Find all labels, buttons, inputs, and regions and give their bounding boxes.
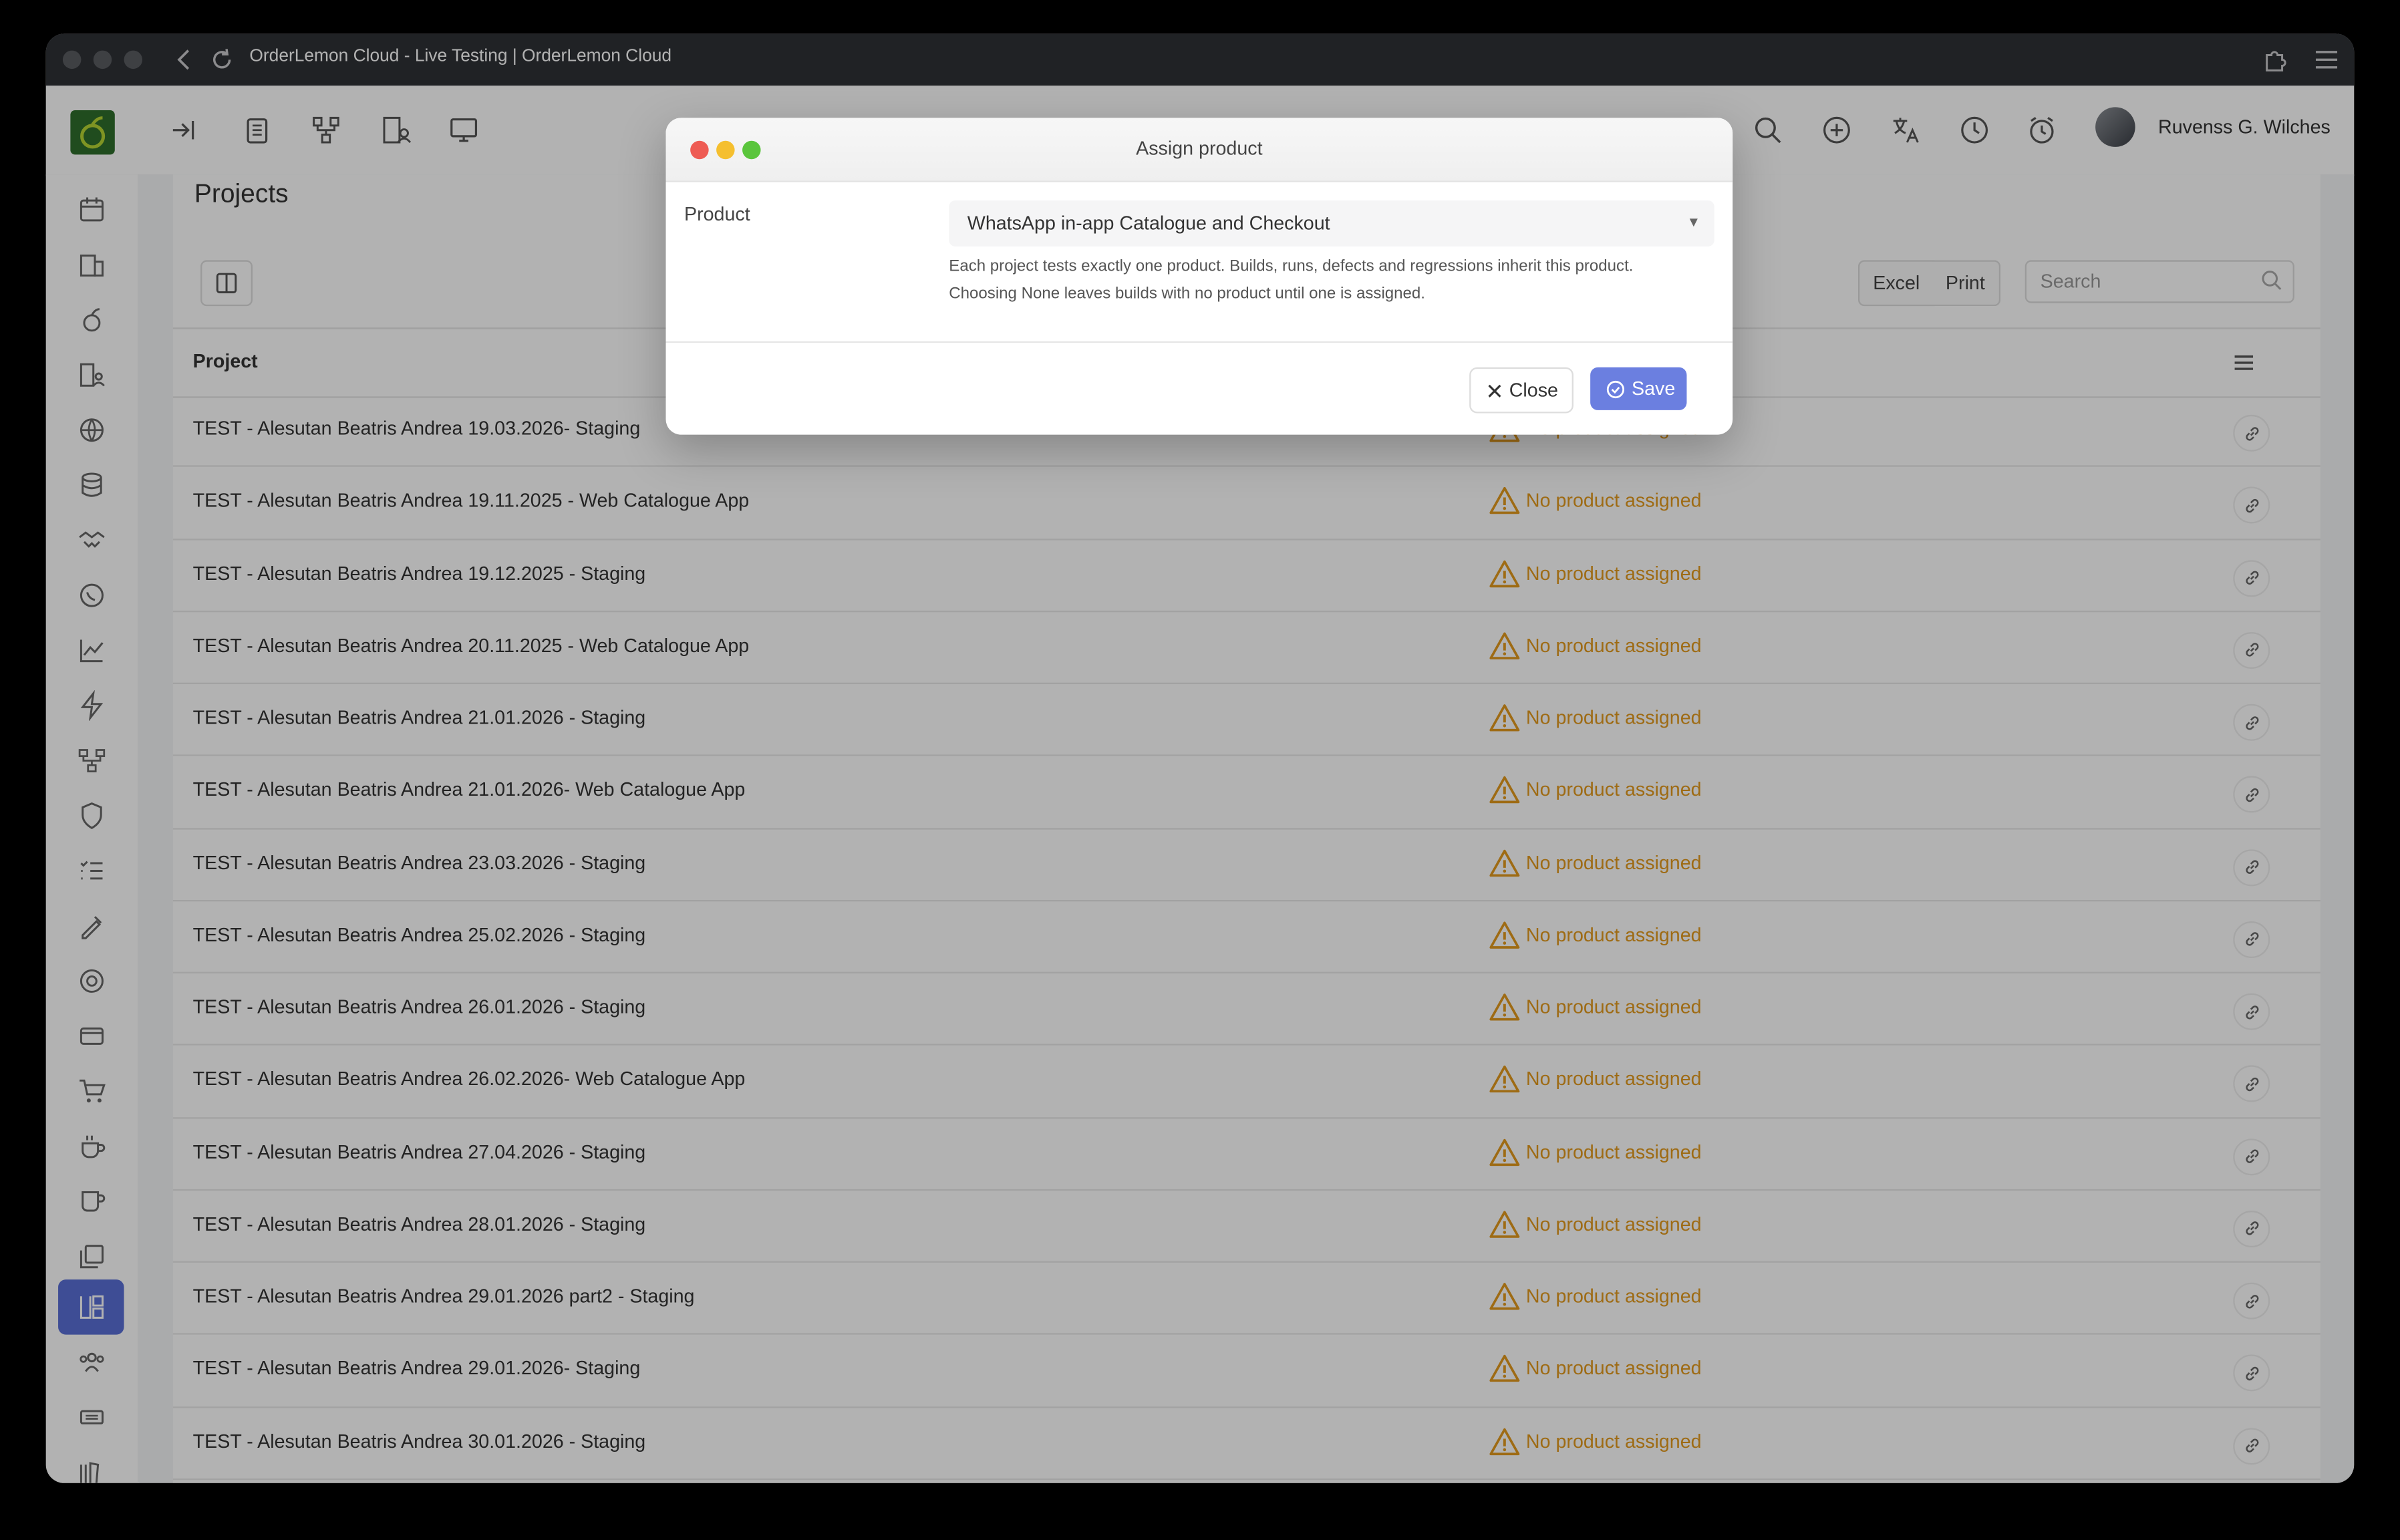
help-line-2: Choosing None leaves builds with no prod…: [949, 285, 1425, 303]
assign-product-dialog: Assign product Product WhatsApp in-app C…: [665, 118, 1733, 435]
save-button-label: Save: [1631, 377, 1676, 400]
dialog-divider: [665, 341, 1733, 343]
close-button-label: Close: [1509, 379, 1558, 402]
product-field-label: Product: [684, 203, 750, 225]
product-select[interactable]: WhatsApp in-app Catalogue and Checkout ▼: [949, 200, 1714, 247]
product-help-text: Each project tests exactly one product. …: [949, 253, 1714, 307]
help-line-1: Each project tests exactly one product. …: [949, 257, 1634, 276]
product-select-value: WhatsApp in-app Catalogue and Checkout: [967, 212, 1330, 235]
close-icon: [1488, 383, 1501, 397]
save-icon: [1606, 379, 1625, 398]
close-button[interactable]: Close: [1469, 367, 1573, 414]
dialog-header: Assign product: [665, 118, 1733, 182]
chevron-down-icon: ▼: [1686, 214, 1701, 230]
dialog-title: Assign product: [1136, 138, 1263, 160]
save-button[interactable]: Save: [1590, 367, 1687, 410]
